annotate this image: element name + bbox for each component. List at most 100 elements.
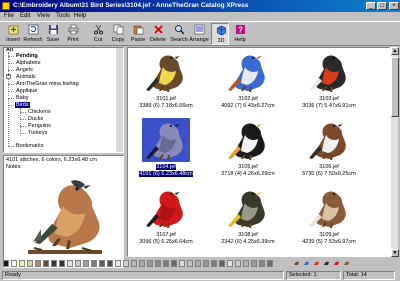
status-selected: Selected: 1: [286, 271, 341, 280]
print-button[interactable]: Print: [64, 23, 82, 45]
tree-scrollbar[interactable]: [116, 48, 123, 152]
thumbnail-stats: 2718 (4) 4.26x6.29cm: [221, 171, 275, 177]
thumbnail-item[interactable]: 3106.jef 5730 (5) 7.50x6.25cm: [299, 118, 359, 185]
3d-icon: [217, 25, 226, 36]
help-button[interactable]: ? Help: [231, 23, 249, 45]
tree-item-ducks[interactable]: Ducks: [28, 116, 43, 123]
palette-swatch[interactable]: [163, 260, 169, 267]
title-bar[interactable]: C:\Embroidery Album\31 Bird Series\3104.…: [0, 0, 400, 12]
palette-swatch[interactable]: [179, 260, 185, 267]
tree-item-angels[interactable]: Angels: [16, 67, 33, 74]
tree-item-alphabets[interactable]: Alphabets: [16, 60, 40, 67]
tree-item-penguins[interactable]: Penguins: [28, 123, 51, 130]
thumbnail-item[interactable]: 3108.jef 2342 (6) 4.25x6.39cm: [218, 186, 278, 253]
palette-swatch[interactable]: [75, 260, 81, 267]
palette-swatch[interactable]: [131, 260, 137, 267]
mini-bird-icon[interactable]: [323, 260, 330, 267]
tree-item-bookmarks[interactable]: Bookmarks: [16, 143, 44, 150]
menu-view[interactable]: View: [37, 13, 50, 19]
menu-help[interactable]: Help: [74, 13, 86, 19]
palette-swatch[interactable]: [3, 260, 9, 267]
paste-button[interactable]: Paste: [129, 23, 147, 45]
palette-swatch[interactable]: [91, 260, 97, 267]
arrange-button[interactable]: Arrange: [189, 23, 209, 45]
thumbnail-item[interactable]: 3103.jef 3036 (7) 5.47x6.91cm: [299, 50, 359, 117]
palette-swatch[interactable]: [51, 260, 57, 267]
palette-swatch[interactable]: [227, 260, 233, 267]
close-button[interactable]: ×: [389, 2, 399, 10]
maximize-button[interactable]: □: [377, 2, 387, 10]
tree-item-annthegran[interactable]: AnnTheGran mina bishag: [16, 81, 79, 88]
palette-swatch[interactable]: [171, 260, 177, 267]
palette-swatch[interactable]: [155, 260, 161, 267]
thumbnail-item[interactable]: 3105.jef 2718 (4) 4.26x6.29cm: [218, 118, 278, 185]
tree-item-animals[interactable]: Animals: [16, 74, 36, 81]
tree-item-applique[interactable]: Applique: [16, 88, 37, 95]
save-icon: [49, 25, 58, 34]
palette-swatch[interactable]: [219, 260, 225, 267]
palette-swatch[interactable]: [259, 260, 265, 267]
thumbnail-item[interactable]: 3109.jef 4239 (5) 7.53x6.97cm: [299, 186, 359, 253]
refresh-button[interactable]: Refresh: [23, 23, 43, 45]
palette-swatch[interactable]: [19, 260, 25, 267]
cut-button[interactable]: Cut: [89, 23, 107, 45]
palette-swatch[interactable]: [267, 260, 273, 267]
thumbnail-item[interactable]: 3104.jef 4101 (6) 6.23x6.48cm: [136, 118, 196, 185]
thumbnail-filename: 3106.jef: [319, 164, 339, 170]
mini-bird-icon[interactable]: [333, 260, 340, 267]
tree-item-birds[interactable]: Birds: [15, 102, 30, 109]
thumbnail-item[interactable]: 3101.jef 3389 (6) 7.18x6.66cm: [136, 50, 196, 117]
menu-tools[interactable]: Tools: [56, 13, 70, 19]
scroll-up-button[interactable]: ▲: [391, 47, 399, 55]
palette-swatch[interactable]: [27, 260, 33, 267]
palette-swatch[interactable]: [35, 260, 41, 267]
palette-swatch[interactable]: [11, 260, 17, 267]
palette-swatch[interactable]: [139, 260, 145, 267]
thumbnail-stats: 3389 (6) 7.18x6.66cm: [139, 103, 193, 109]
tree-line: [20, 126, 26, 127]
palette-swatch[interactable]: [59, 260, 65, 267]
scroll-down-button[interactable]: ▼: [391, 249, 399, 257]
delete-button[interactable]: Delete: [149, 23, 167, 45]
save-button[interactable]: Save: [44, 23, 62, 45]
mini-bird-icon[interactable]: [293, 260, 300, 267]
minimize-button[interactable]: _: [366, 2, 376, 10]
palette-swatch[interactable]: [43, 260, 49, 267]
menu-edit[interactable]: Edit: [20, 13, 30, 19]
help-icon: ?: [236, 25, 245, 35]
expand-icon[interactable]: +: [6, 74, 11, 79]
thumbnail-item[interactable]: 3107.jef 3096 (5) 6.25x6.64cm: [136, 186, 196, 253]
palette-swatch[interactable]: [107, 260, 113, 267]
mini-bird-icon[interactable]: [303, 260, 310, 267]
tree-item-baby[interactable]: Baby: [16, 95, 29, 102]
thumbnail-grid: 3101.jef 3389 (6) 7.18x6.66cm 3102.jef 4092…: [127, 47, 390, 257]
3d-button[interactable]: 3D: [211, 23, 229, 45]
tree-item-chickens[interactable]: Chickens: [28, 109, 51, 116]
palette-swatch[interactable]: [203, 260, 209, 267]
search-button[interactable]: Search: [170, 23, 188, 45]
mini-bird-icon[interactable]: [343, 260, 350, 267]
mini-bird-icon[interactable]: [313, 260, 320, 267]
grid-scrollbar[interactable]: ▲ ▼: [390, 47, 399, 257]
palette-swatch[interactable]: [83, 260, 89, 267]
tree-item-all[interactable]: All: [6, 48, 13, 54]
insert-button[interactable]: Insert: [4, 23, 22, 45]
menu-file[interactable]: File: [4, 13, 14, 19]
thumbnail-filename: 3102.jef: [238, 96, 258, 102]
tree-item-turkeys[interactable]: Turkeys: [28, 130, 47, 137]
scroll-thumb[interactable]: [391, 57, 399, 117]
palette-swatch[interactable]: [235, 260, 241, 267]
palette-swatch[interactable]: [99, 260, 105, 267]
palette-swatch[interactable]: [243, 260, 249, 267]
palette-swatch[interactable]: [115, 260, 121, 267]
palette-swatch[interactable]: [67, 260, 73, 267]
copy-button[interactable]: Copy: [109, 23, 127, 45]
palette-swatch[interactable]: [123, 260, 129, 267]
palette-swatch[interactable]: [211, 260, 217, 267]
palette-swatch[interactable]: [147, 260, 153, 267]
palette-swatch[interactable]: [195, 260, 201, 267]
tree-item-pending[interactable]: Pending: [16, 53, 38, 60]
palette-swatch[interactable]: [251, 260, 257, 267]
thumbnail-item[interactable]: 3102.jef 4092 (7) 6.43x6.27cm: [218, 50, 278, 117]
palette-swatch[interactable]: [187, 260, 193, 267]
